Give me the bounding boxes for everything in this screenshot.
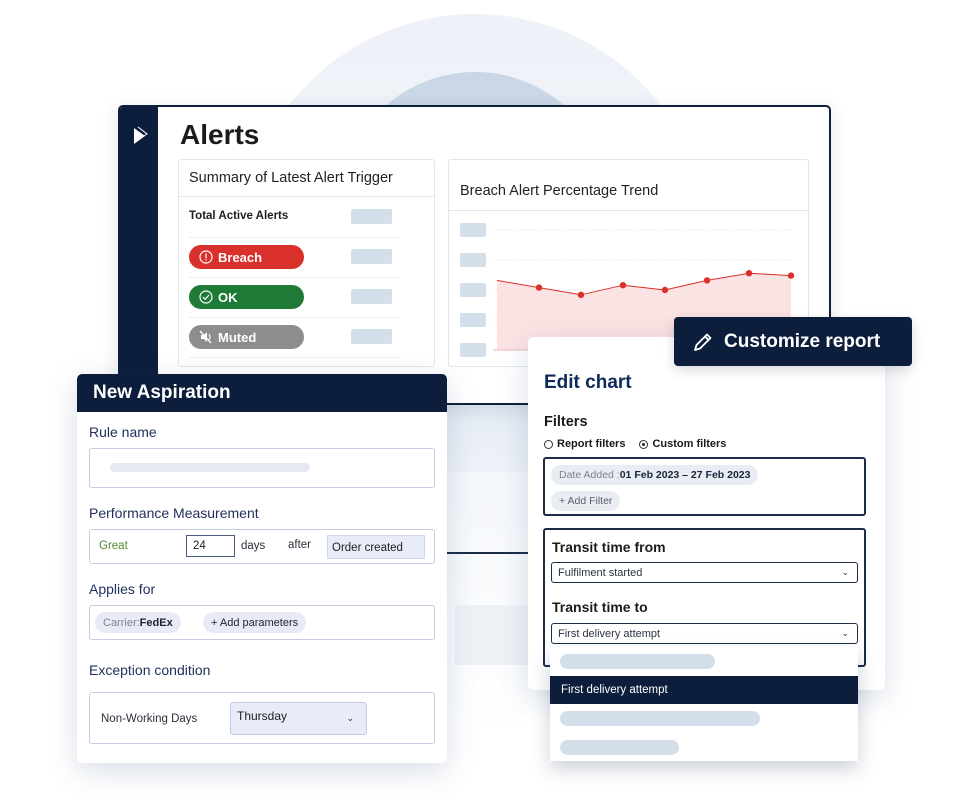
report-filters-label: Report filters	[557, 438, 626, 450]
total-active-alerts-label: Total Active Alerts	[189, 210, 289, 222]
ok-badge[interactable]: OK	[189, 285, 304, 309]
event-select[interactable]: Order created	[327, 535, 425, 559]
data-point	[535, 284, 543, 291]
transit-from-label: Transit time from	[552, 539, 666, 555]
total-active-alerts-value	[351, 209, 392, 224]
rule-name-placeholder	[110, 463, 310, 472]
rule-name-input[interactable]	[89, 448, 435, 488]
transit-from-value: Fulfilment started	[558, 566, 643, 579]
data-point	[745, 270, 753, 277]
check-circle-icon	[199, 290, 213, 304]
breach-badge[interactable]: Breach	[189, 245, 304, 269]
dropdown-option-placeholder[interactable]	[560, 654, 715, 669]
ok-label: OK	[218, 289, 238, 305]
edit-chart-title: Edit chart	[544, 372, 632, 393]
transit-from-select[interactable]: Fulfilment started ⌄	[551, 562, 858, 583]
chevron-down-icon: ⌄	[346, 713, 354, 723]
ok-value	[351, 289, 392, 304]
transit-to-value: First delivery attempt	[558, 627, 661, 640]
performance-measurement-row: Great 24 days after Order created	[89, 529, 435, 564]
sidebar	[120, 107, 158, 403]
trend-chart-title: Breach Alert Percentage Trend	[449, 160, 808, 211]
custom-filters-label: Custom filters	[652, 438, 727, 450]
date-added-key: Date Added :	[559, 469, 620, 481]
y-tick-label-placeholder	[460, 343, 486, 357]
new-aspiration-title: New Aspiration	[77, 374, 447, 412]
dropdown-option-placeholder[interactable]	[560, 711, 760, 726]
custom-filters-radio[interactable]	[639, 439, 649, 449]
y-tick-label-placeholder	[460, 253, 486, 267]
transit-to-label: Transit time to	[552, 599, 648, 615]
summary-card: Summary of Latest Alert Trigger Total Ac…	[178, 159, 435, 367]
carrier-chip-key: Carrier:	[103, 616, 140, 629]
carrier-chip[interactable]: Carrier: FedEx	[95, 612, 181, 633]
transit-to-select[interactable]: First delivery attempt ⌄	[551, 623, 858, 644]
after-label: after	[288, 539, 312, 551]
muted-value	[351, 329, 392, 344]
add-parameters-button[interactable]: + Add parameters	[203, 612, 307, 633]
non-working-days-value: Thursday	[237, 709, 288, 723]
summary-row-ok: OK	[189, 278, 399, 318]
exception-condition-label: Exception condition	[89, 662, 211, 678]
exclamation-circle-icon	[199, 250, 213, 264]
carrier-chip-value: FedEx	[139, 616, 173, 629]
customize-report-button[interactable]: Customize report	[674, 317, 912, 366]
data-point	[703, 277, 711, 284]
y-tick-label-placeholder	[460, 313, 486, 327]
data-point	[577, 291, 585, 298]
non-working-days-label: Non-Working Days	[101, 713, 198, 725]
filter-type-radios: Report filters Custom filters	[544, 438, 726, 450]
summary-row-breach: Breach	[189, 238, 399, 278]
y-tick-label-placeholder	[460, 223, 486, 237]
new-aspiration-panel: New Aspiration Rule name Performance Mea…	[77, 374, 447, 763]
chevron-down-icon: ⌄	[841, 628, 849, 638]
summary-row-total: Total Active Alerts	[189, 198, 399, 238]
muted-label: Muted	[218, 329, 257, 345]
days-label: days	[241, 540, 266, 552]
filters-label: Filters	[544, 414, 588, 430]
applies-for-box: Carrier: FedEx + Add parameters	[89, 605, 435, 640]
non-working-days-select[interactable]: Thursday ⌄	[230, 702, 367, 735]
days-input[interactable]: 24	[186, 535, 235, 557]
exception-condition-box: Non-Working Days Thursday ⌄	[89, 692, 435, 744]
add-filter-button[interactable]: + Add Filter	[551, 491, 621, 511]
muted-badge[interactable]: Muted	[189, 325, 304, 349]
mute-icon	[199, 330, 212, 344]
dropdown-option-placeholder[interactable]	[560, 740, 679, 755]
data-point	[661, 286, 669, 294]
page-title: Alerts	[180, 119, 260, 150]
date-added-chip[interactable]: Date Added : 01 Feb 2023 – 27 Feb 2023	[551, 465, 759, 485]
y-tick-label-placeholder	[460, 283, 486, 297]
logo-icon[interactable]	[132, 125, 148, 147]
transit-to-dropdown: First delivery attempt	[550, 647, 858, 761]
data-point	[619, 282, 627, 289]
applies-for-label: Applies for	[89, 581, 156, 597]
breach-value	[351, 249, 392, 264]
performance-grade: Great	[99, 540, 128, 552]
summary-title: Summary of Latest Alert Trigger	[179, 160, 434, 197]
filters-box: Date Added : 01 Feb 2023 – 27 Feb 2023 +…	[543, 457, 866, 516]
edit-chart-panel: Edit chart Filters Report filters Custom…	[528, 337, 885, 690]
breach-label: Breach	[218, 249, 263, 265]
summary-row-muted: Muted	[189, 318, 399, 358]
date-added-value: 01 Feb 2023 – 27 Feb 2023	[619, 469, 751, 481]
rule-name-label: Rule name	[89, 424, 157, 440]
customize-report-label: Customize report	[724, 330, 881, 352]
data-point	[787, 272, 795, 279]
chevron-down-icon: ⌄	[841, 567, 849, 577]
connector-line	[447, 552, 529, 554]
dropdown-option-selected[interactable]: First delivery attempt	[550, 676, 858, 704]
report-filters-radio[interactable]	[544, 439, 553, 449]
pencil-icon	[694, 333, 712, 351]
performance-measurement-label: Performance Measurement	[89, 505, 259, 521]
